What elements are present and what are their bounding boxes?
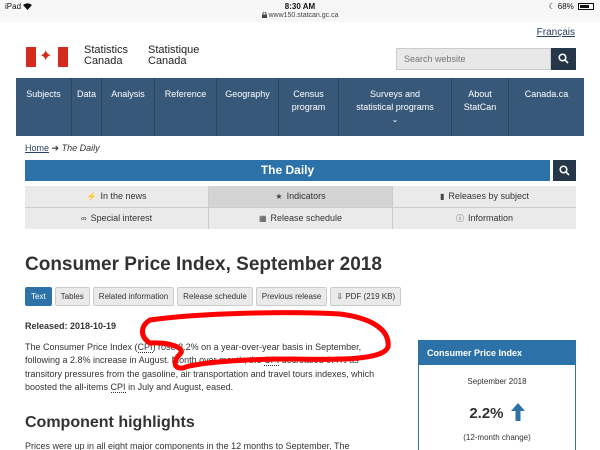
star-icon: ★ xyxy=(275,192,283,201)
signature-french[interactable]: Statistique Canada xyxy=(148,45,199,67)
tab-tables[interactable]: Tables xyxy=(54,287,90,306)
ios-status-bar: iPad 8:30 AM www150.statcan.gc.ca ☾ 68% xyxy=(0,0,600,22)
breadcrumb: Home ➔ The Daily xyxy=(25,143,100,154)
search-button[interactable] xyxy=(551,48,576,70)
moon-icon: ☾ xyxy=(548,2,556,11)
download-icon: ⇩ xyxy=(336,292,346,301)
tab-previous-release[interactable]: Previous release xyxy=(255,287,328,306)
search-icon xyxy=(559,165,570,176)
panel-title: Consumer Price Index xyxy=(419,341,575,365)
release-date: Released: 2018-10-19 xyxy=(25,321,117,331)
search-icon xyxy=(558,52,569,64)
nav-about-statcan[interactable]: About StatCan xyxy=(452,78,509,136)
the-daily-banner[interactable]: The Daily xyxy=(25,160,550,181)
main-navigation: Subjects Data Analysis Reference Geograp… xyxy=(16,78,584,136)
canada-flag-icon[interactable]: ✦ xyxy=(26,47,68,67)
url-text: www150.statcan.gc.ca xyxy=(268,12,339,19)
subnav-information[interactable]: ⓘ Information xyxy=(393,208,576,229)
nav-data[interactable]: Data xyxy=(72,78,102,136)
nav-analysis[interactable]: Analysis xyxy=(102,78,155,136)
nav-subjects[interactable]: Subjects xyxy=(16,78,72,136)
clock: 8:30 AM xyxy=(284,2,316,11)
signature-english[interactable]: Statistics Canada xyxy=(84,45,128,67)
arrow-right-icon: ➔ xyxy=(51,143,60,153)
panel-caption: (12-month change) xyxy=(463,433,531,442)
section-heading: Component highlights xyxy=(25,414,195,431)
panel-value: 2.2% xyxy=(419,403,575,422)
breadcrumb-home-link[interactable]: Home xyxy=(25,143,49,153)
release-tabs: Text Tables Related information Release … xyxy=(25,287,402,306)
calendar-icon: ▦ xyxy=(258,214,267,223)
breadcrumb-current: The Daily xyxy=(61,143,100,153)
tab-release-schedule[interactable]: Release schedule xyxy=(177,287,253,306)
tab-related-information[interactable]: Related information xyxy=(92,287,175,306)
nav-census-program[interactable]: Census program xyxy=(279,78,339,136)
lock-icon xyxy=(261,11,267,19)
battery-icon xyxy=(578,3,594,11)
subnav-in-the-news[interactable]: ⚡ In the news xyxy=(25,186,208,207)
info-icon: ⓘ xyxy=(455,214,464,223)
panel-month: September 2018 xyxy=(467,377,527,386)
cpi-abbreviation[interactable]: CPI xyxy=(264,355,280,367)
daily-search-button[interactable] xyxy=(553,160,576,181)
battery-status: ☾ 68% xyxy=(548,2,594,11)
subnav-releases-by-subject[interactable]: ▮ Releases by subject xyxy=(393,186,576,207)
search-input[interactable] xyxy=(396,48,551,70)
tab-text[interactable]: Text xyxy=(25,287,52,306)
up-arrow-icon xyxy=(510,403,525,421)
daily-subnav: ⚡ In the news ★ Indicators ▮ Releases by su… xyxy=(25,186,576,229)
subnav-indicators[interactable]: ★ Indicators xyxy=(209,186,392,207)
nav-reference[interactable]: Reference xyxy=(155,78,217,136)
cpi-abbreviation[interactable]: CPI xyxy=(110,382,126,394)
book-icon: ▮ xyxy=(440,192,445,201)
cpi-abbreviation[interactable]: CPI xyxy=(137,342,153,353)
page-title: Consumer Price Index, September 2018 xyxy=(25,254,382,275)
bolt-icon: ⚡ xyxy=(86,192,97,201)
nav-canada-ca[interactable]: Canada.ca xyxy=(509,78,584,136)
tab-pdf[interactable]: ⇩ PDF (219 KB) xyxy=(330,287,402,306)
nav-geography[interactable]: Geography xyxy=(217,78,279,136)
nav-surveys[interactable]: Surveys and statistical programs ⌄ xyxy=(339,78,452,136)
site-search xyxy=(396,48,576,70)
subnav-special-interest[interactable]: ∞ Special interest xyxy=(25,208,208,229)
link-icon: ∞ xyxy=(80,214,87,223)
chevron-down-icon: ⌄ xyxy=(391,115,399,124)
section-paragraph: Prices were up in all eight major compon… xyxy=(25,441,350,450)
subnav-release-schedule[interactable]: ▦ Release schedule xyxy=(209,208,392,229)
address-bar[interactable]: www150.statcan.gc.ca xyxy=(0,11,600,19)
cpi-indicator-panel[interactable]: Consumer Price Index September 2018 2.2%… xyxy=(418,340,576,450)
lead-paragraph: The Consumer Price Index (CPI) rose 2.2%… xyxy=(25,342,375,394)
language-toggle-link[interactable]: Français xyxy=(537,27,575,38)
